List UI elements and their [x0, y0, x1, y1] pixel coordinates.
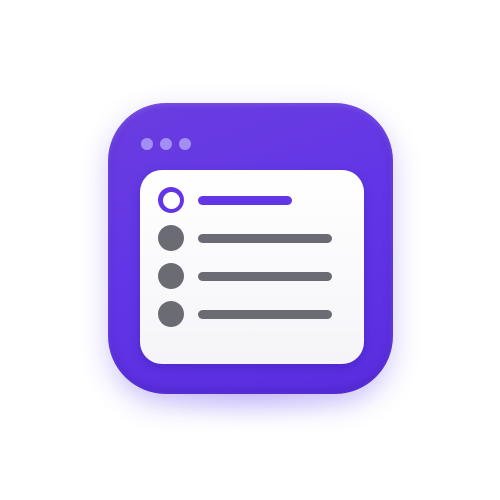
window-dot-icon — [141, 138, 153, 150]
radio-icon — [158, 225, 184, 251]
list-item-line-highlighted — [198, 195, 292, 205]
window-controls — [141, 138, 191, 150]
list-item — [158, 225, 332, 251]
canvas — [0, 0, 500, 500]
radio-icon — [158, 263, 184, 289]
list-item-line — [198, 271, 332, 281]
radio-icon — [158, 301, 184, 327]
checklist-app-icon[interactable] — [108, 103, 393, 394]
radio-selected-icon — [158, 187, 184, 213]
list-item — [158, 263, 332, 289]
list-card — [140, 170, 364, 364]
list-item — [158, 301, 332, 327]
list-item-line — [198, 309, 332, 319]
list-item-selected — [158, 187, 292, 213]
window-dot-icon — [160, 138, 172, 150]
list-item-line — [198, 233, 332, 243]
window-dot-icon — [179, 138, 191, 150]
